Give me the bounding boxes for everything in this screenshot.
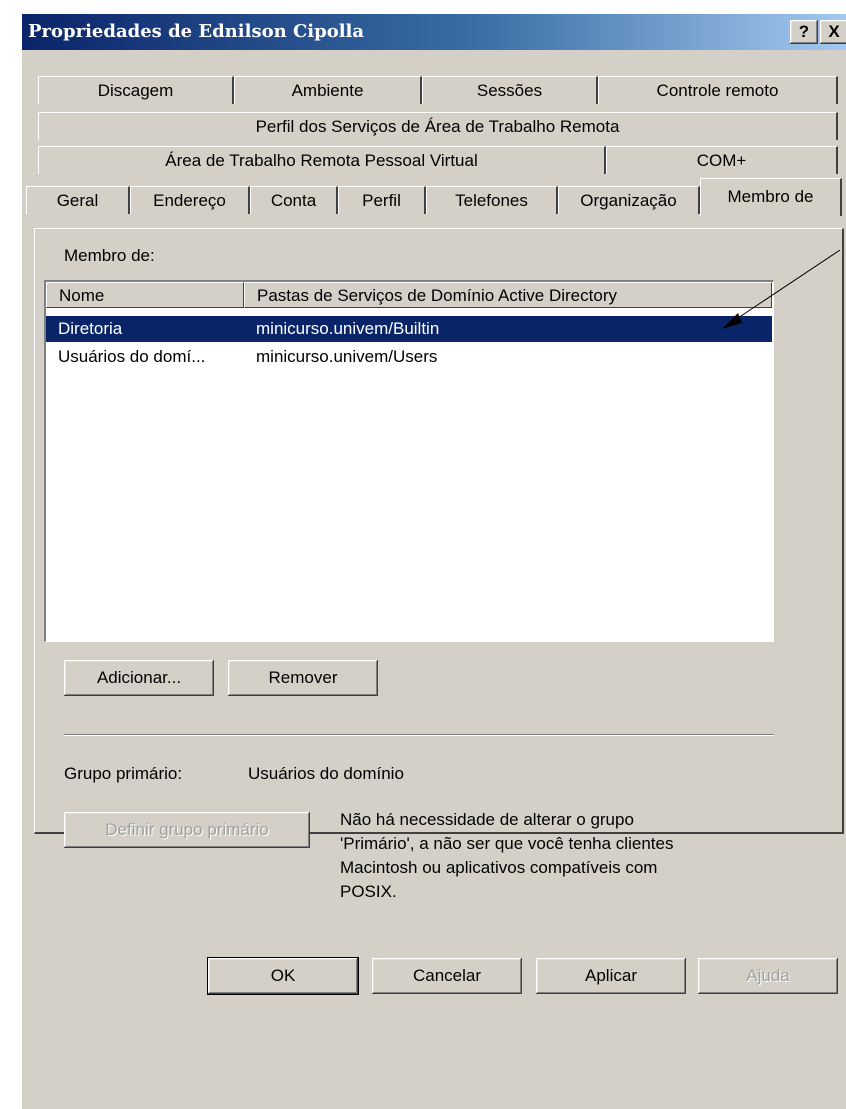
- column-header-pastas[interactable]: Pastas de Serviços de Domínio Active Dir…: [244, 282, 772, 308]
- tab-organizacao[interactable]: Organização: [558, 186, 700, 214]
- add-button[interactable]: Adicionar...: [64, 660, 214, 696]
- row-folder: minicurso.univem/Builtin: [256, 319, 440, 338]
- member-of-list[interactable]: Nome Pastas de Serviços de Domínio Activ…: [44, 280, 774, 642]
- help-footer-button[interactable]: Ajuda: [698, 958, 838, 994]
- tab-geral[interactable]: Geral: [26, 186, 130, 214]
- set-primary-group-button[interactable]: Definir grupo primário: [64, 812, 310, 848]
- remove-button[interactable]: Remover: [228, 660, 378, 696]
- table-row[interactable]: Diretoria minicurso.univem/Builtin: [46, 316, 772, 342]
- apply-button[interactable]: Aplicar: [536, 958, 686, 994]
- tab-telefones[interactable]: Telefones: [426, 186, 558, 214]
- table-row[interactable]: Usuários do domí... minicurso.univem/Use…: [46, 344, 772, 370]
- tab-discagem[interactable]: Discagem: [38, 76, 234, 104]
- close-button[interactable]: X: [820, 20, 846, 44]
- primary-group-note: Não há necessidade de alterar o grupo 'P…: [340, 810, 674, 901]
- window-title: Propriedades de Ednilson Cipolla: [28, 21, 365, 42]
- annotation-arrow: [722, 249, 841, 329]
- tab-com-plus[interactable]: COM+: [606, 146, 838, 174]
- title-bar: Propriedades de Ednilson Cipolla ? X: [22, 14, 846, 50]
- help-button[interactable]: ?: [790, 20, 818, 44]
- tab-membro-de[interactable]: Membro de: [700, 178, 842, 216]
- tab-area-trabalho-remota-virtual[interactable]: Área de Trabalho Remota Pessoal Virtual: [38, 146, 606, 174]
- cancel-button[interactable]: Cancelar: [372, 958, 522, 994]
- tab-endereco[interactable]: Endereço: [130, 186, 250, 214]
- tab-perfil[interactable]: Perfil: [338, 186, 426, 214]
- tab-sessoes[interactable]: Sessões: [422, 76, 598, 104]
- ok-button[interactable]: OK: [207, 957, 359, 995]
- row-name: Usuários do domí...: [58, 347, 206, 366]
- member-of-label: Membro de:: [64, 246, 155, 265]
- tab-controle-remoto[interactable]: Controle remoto: [598, 76, 838, 104]
- primary-group-label: Grupo primário:: [64, 764, 183, 783]
- tab-ambiente[interactable]: Ambiente: [234, 76, 422, 104]
- primary-group-value: Usuários do domínio: [248, 764, 404, 783]
- separator: [64, 734, 774, 736]
- row-name: Diretoria: [58, 319, 123, 338]
- column-header-nome[interactable]: Nome: [46, 282, 244, 308]
- tab-conta[interactable]: Conta: [250, 186, 338, 214]
- tab-perfil-servicos-area-trabalho-remota[interactable]: Perfil dos Serviços de Área de Trabalho …: [38, 112, 838, 140]
- row-folder: minicurso.univem/Users: [256, 347, 438, 366]
